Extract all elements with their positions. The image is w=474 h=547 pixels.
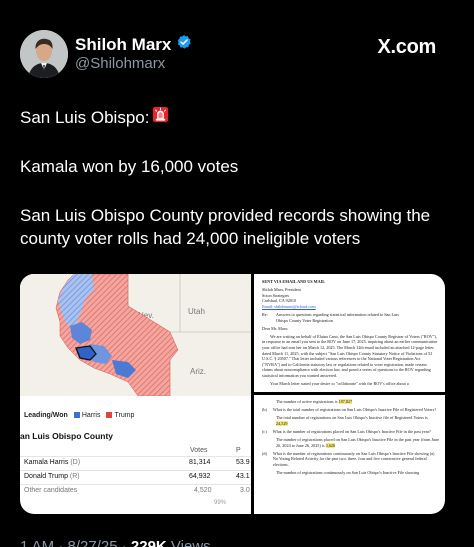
votes-value: 4,520 <box>194 487 212 494</box>
map-legend: Leading/Won Harris Trump <box>24 412 134 419</box>
state-label-utah: Utah <box>188 307 205 316</box>
verified-badge-icon <box>176 34 192 55</box>
post-meta: 1 AM · 8/27/25 · 229K Views <box>20 538 211 547</box>
county-title: an Luis Obispo County <box>20 431 114 441</box>
result-row-others: Other candidates 4,520 3.0 <box>24 487 250 494</box>
answer-a: The number of active registrations is 18… <box>276 399 353 404</box>
post-timestamp[interactable]: 1 AM · 8/27/25 · <box>20 538 131 547</box>
letter-body-2: Your March letter stated your desire to … <box>270 381 409 386</box>
state-label-ariz: Ariz. <box>190 367 206 376</box>
answer-b: The total number of registrations on San… <box>276 415 428 426</box>
letter-body-1: We are writing on behalf of Elaina Cano,… <box>262 333 438 378</box>
media-image-map[interactable]: Nev. Utah Ariz. Leading/Won Harris Trump… <box>20 274 252 514</box>
avatar[interactable] <box>20 30 68 78</box>
question-d: (d) What is the number of registrations c… <box>262 450 435 467</box>
view-count: 229K <box>130 538 167 547</box>
media-image-letter[interactable]: SENT VIA EMAIL AND US MAIL Shiloh Marx, … <box>254 274 445 392</box>
legend-title: Leading/Won <box>24 412 68 419</box>
result-row-trump: Donald Trump (R) 64,932 43.1 <box>24 473 250 480</box>
column-pct: P <box>236 447 241 454</box>
column-votes: Votes <box>190 447 208 454</box>
legend-item-trump: Trump <box>106 412 134 419</box>
letter-salutation: Dear Mr. Marx: <box>262 325 289 331</box>
views-label: Views <box>166 538 211 547</box>
votes-value: 81,314 <box>189 459 211 466</box>
media-image-answers[interactable]: The number of active registrations is 18… <box>254 395 445 514</box>
answer-c: The number of registrations placed on Sa… <box>276 436 440 448</box>
media-grid: Nev. Utah Ariz. Leading/Won Harris Trump… <box>20 274 445 514</box>
divider <box>20 470 251 471</box>
author-name[interactable]: Shiloh Marx <box>75 35 171 55</box>
votes-value: 64,932 <box>189 473 211 480</box>
election-map: Nev. Utah Ariz. <box>20 274 252 397</box>
divider <box>20 456 251 457</box>
reporting-pct: 99% <box>214 500 227 506</box>
post-line-3: San Luis Obispo County provided records … <box>20 206 431 248</box>
post-text-line-1: San Luis Obispo: <box>20 106 460 129</box>
police-siren-icon <box>152 106 169 129</box>
x-logo: X.com <box>377 36 436 58</box>
trump-swatch <box>106 412 113 419</box>
result-row-harris: Kamala Harris (D) 81,314 53.9 <box>24 459 250 466</box>
pct-value: 43.1 <box>236 473 250 480</box>
question-b: (b) What is the total number of registrat… <box>262 407 437 413</box>
question-c: (c) What is the number of registrations p… <box>262 428 431 434</box>
letter-subject: Re: Answers to questions regarding stati… <box>262 311 399 323</box>
pct-value: 53.9 <box>236 459 250 466</box>
harris-swatch <box>73 412 80 419</box>
answer-d: The number of registrations continuously… <box>276 469 420 475</box>
post-line-1: San Luis Obispo: <box>20 108 150 127</box>
legend-item-harris: Harris <box>73 412 100 419</box>
divider <box>20 484 251 485</box>
post-header: Shiloh Marx @Shilohmarx X.com <box>20 28 454 80</box>
letter-addressee: Shiloh Marx, President Scion Strategies … <box>262 287 316 309</box>
post-line-2: Kamala won by 16,000 votes <box>20 157 239 176</box>
pct-value: 3.0 <box>240 487 250 494</box>
author-handle[interactable]: @Shilohmarx <box>75 55 165 72</box>
letter-sent-via: SENT VIA EMAIL AND US MAIL <box>262 279 326 284</box>
